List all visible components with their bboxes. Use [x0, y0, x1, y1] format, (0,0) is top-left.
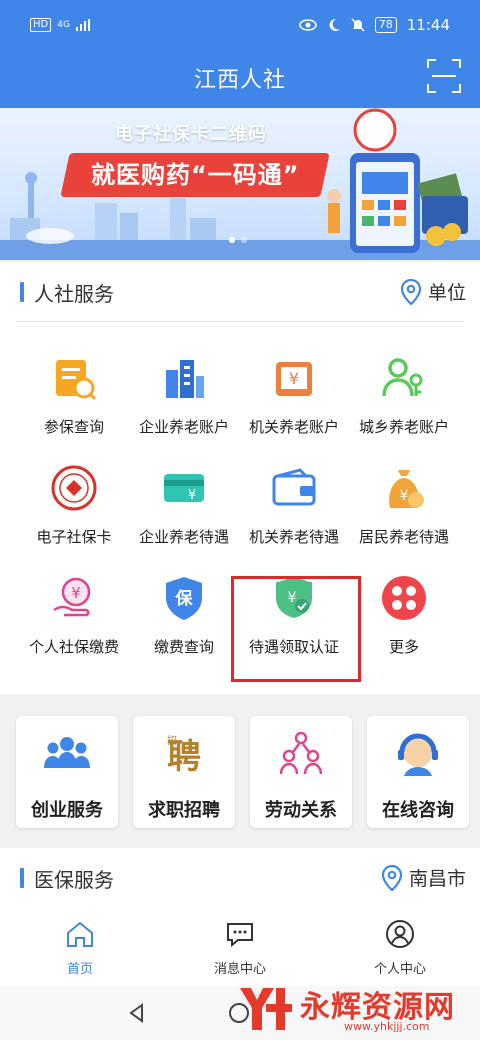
section-accent-bar	[20, 282, 24, 302]
app-bar: 江西人社	[0, 50, 480, 108]
location-label: 单位	[427, 282, 466, 304]
watermark: 永辉资源网 www.yhkjjj.com	[232, 980, 480, 1038]
service-label: 个人社保缴费	[28, 638, 119, 656]
agency-pension-account-icon: ¥	[276, 362, 312, 396]
svg-text:招: 招	[167, 734, 177, 747]
promo-banner[interactable]: 电子社保卡二维码 就医购药“一码通”	[0, 108, 480, 260]
moon-icon	[329, 18, 340, 31]
tab-label: 首页	[66, 962, 93, 977]
signal-icon	[75, 19, 90, 31]
service-enterprise-pension-account[interactable]: 企业养老账户	[124, 338, 244, 448]
medical-services-header: 医保服务 南昌市	[0, 848, 480, 908]
section-title: 人社服务	[34, 282, 114, 306]
service-label: 更多	[388, 638, 419, 656]
tab-messages[interactable]: 消息中心	[185, 918, 295, 977]
page-title: 江西人社	[193, 68, 286, 93]
profile-icon	[386, 920, 414, 948]
card-label: 创业服务	[31, 800, 103, 821]
status-bar: HD 4G 78 11:44	[0, 0, 480, 50]
online-consult-icon	[398, 733, 438, 776]
urban-rural-pension-account-icon	[382, 358, 423, 397]
service-label: 企业养老账户	[138, 418, 229, 436]
service-insurance-query[interactable]: 参保查询	[14, 338, 134, 448]
personal-payment-icon: ¥	[53, 577, 91, 617]
card-entrepreneurship[interactable]: 创业服务	[16, 716, 118, 828]
divider	[16, 321, 464, 322]
svg-text:¥: ¥	[188, 488, 196, 503]
back-icon[interactable]	[126, 1002, 148, 1024]
service-social-security-card[interactable]: 电子社保卡	[14, 448, 134, 558]
watermark-logo-icon	[240, 988, 292, 1030]
card-recruitment[interactable]: 聘招 求职招聘	[133, 716, 235, 828]
location-selector[interactable]: 单位	[400, 278, 466, 305]
svg-text:¥: ¥	[289, 369, 299, 388]
payment-query-icon: 保	[166, 577, 202, 620]
city-label: 南昌市	[408, 868, 466, 890]
mute-icon	[351, 18, 365, 32]
watermark-url: www.yhkjjj.com	[344, 1020, 430, 1033]
card-label: 劳动关系	[265, 800, 337, 821]
highlight-frame	[231, 576, 361, 682]
carousel-indicator	[229, 237, 247, 243]
enterprise-pension-account-icon	[166, 360, 204, 398]
signal-indicator: 4G	[57, 20, 70, 30]
city-selector[interactable]: 南昌市	[381, 864, 466, 891]
tab-label: 消息中心	[213, 962, 266, 977]
section-title: 医保服务	[34, 868, 114, 892]
tab-home[interactable]: 首页	[25, 918, 135, 977]
more-icon	[382, 576, 426, 620]
location-pin-icon	[381, 864, 403, 891]
entrepreneurship-icon	[44, 737, 90, 768]
home-icon	[67, 921, 93, 947]
service-payment-query[interactable]: 保 缴费查询	[124, 558, 244, 668]
svg-text:¥: ¥	[400, 488, 409, 504]
service-label: 城乡养老账户	[358, 418, 449, 436]
service-urban-rural-pension-account[interactable]: 城乡养老账户	[344, 338, 464, 448]
labor-relations-icon	[279, 731, 323, 775]
resident-pension-benefit-icon: ¥	[389, 470, 424, 508]
service-label: 机关养老待遇	[248, 528, 339, 546]
card-label: 在线咨询	[382, 800, 454, 821]
banner-line-2: 就医购药“一码通”	[60, 153, 330, 197]
message-icon	[227, 923, 253, 948]
service-enterprise-pension-benefit[interactable]: ¥ 企业养老待遇	[124, 448, 244, 558]
service-agency-pension-benefit[interactable]: 机关养老待遇	[234, 448, 354, 558]
scan-icon[interactable]	[426, 58, 462, 94]
hr-services-header: 人社服务 单位	[0, 262, 480, 322]
location-pin-icon	[400, 278, 422, 305]
eye-icon	[299, 19, 317, 31]
svg-text:保: 保	[175, 588, 194, 609]
tab-label: 个人中心	[373, 962, 426, 977]
insurance-query-icon	[56, 360, 97, 401]
service-label: 缴费查询	[153, 638, 214, 656]
service-label: 机关养老账户	[248, 418, 339, 436]
enterprise-pension-benefit-icon: ¥	[164, 474, 204, 503]
social-security-card-icon	[51, 465, 97, 511]
service-label: 居民养老待遇	[358, 528, 449, 546]
bottom-tab-bar: 首页 消息中心 个人中心	[0, 910, 480, 986]
battery-level: 78	[374, 17, 397, 33]
svg-text:¥: ¥	[71, 584, 81, 602]
card-online-consult[interactable]: 在线咨询	[367, 716, 469, 828]
service-label: 参保查询	[43, 418, 104, 436]
clock: 11:44	[406, 16, 450, 34]
service-label: 电子社保卡	[36, 528, 112, 546]
card-label: 求职招聘	[148, 800, 220, 821]
tab-profile[interactable]: 个人中心	[345, 918, 455, 977]
service-label: 企业养老待遇	[138, 528, 229, 546]
service-more[interactable]: 更多	[344, 558, 464, 668]
recruitment-icon: 聘招	[167, 734, 201, 777]
network-type: HD	[30, 18, 52, 32]
medical-services-section: 医保服务 南昌市	[0, 848, 480, 910]
banner-line-1: 电子社保卡二维码	[115, 124, 267, 145]
section-accent-bar	[20, 868, 24, 888]
service-resident-pension-benefit[interactable]: ¥ 居民养老待遇	[344, 448, 464, 558]
service-agency-pension-account[interactable]: ¥ 机关养老账户	[234, 338, 354, 448]
agency-pension-benefit-icon	[272, 468, 316, 506]
card-labor-relations[interactable]: 劳动关系	[250, 716, 352, 828]
feature-cards: 创业服务 聘招 求职招聘 劳动关系 在线咨询	[0, 704, 480, 844]
service-personal-payment[interactable]: ¥ 个人社保缴费	[14, 558, 134, 668]
